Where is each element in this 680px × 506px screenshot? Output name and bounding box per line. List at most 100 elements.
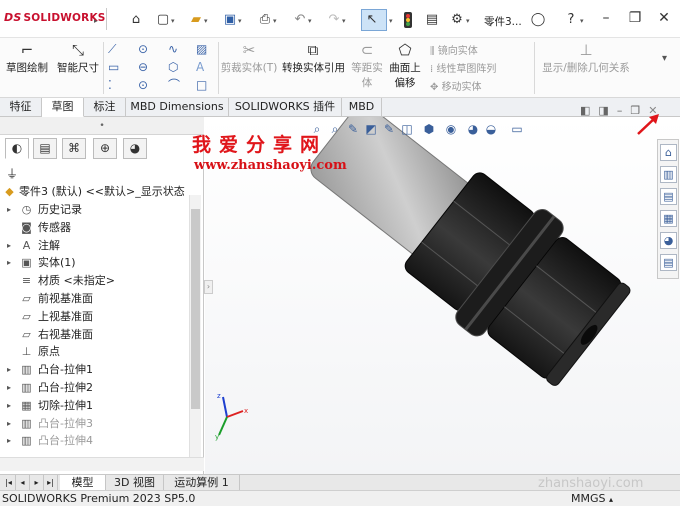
tree-item[interactable]: ▱ 上视基准面 (0, 308, 188, 325)
file-explorer-icon[interactable]: ▤ (660, 188, 677, 205)
tree-item[interactable]: ▸ ◷ 历史记录 (0, 201, 188, 218)
previous-view-icon[interactable]: ✎ (344, 121, 362, 137)
tree-item[interactable]: ◙ 传感器 (0, 219, 188, 236)
tree-item[interactable]: ▱ 前视基准面 (0, 290, 188, 307)
help-icon[interactable]: ? (563, 12, 579, 28)
expand-chevron-icon[interactable]: ▸ (7, 361, 11, 378)
tab-sketch[interactable]: 草图 (42, 98, 84, 117)
tab-scroll-next-icon[interactable]: ▸ (30, 475, 44, 491)
filter-icon[interactable]: ⏚ (6, 165, 18, 182)
sketch-button[interactable]: ⌐ 草图绘制 (5, 42, 49, 75)
tab-model[interactable]: 模型 (60, 475, 106, 491)
solidworks-logo[interactable]: DS SOLIDWORKS (4, 11, 106, 24)
tree-item[interactable]: ▸ ▥ 凸台-拉伸1 (0, 361, 188, 378)
rectangle-icon[interactable]: ▭ (108, 60, 119, 74)
mirror-entities-button[interactable]: ⫼ 镜向实体 (430, 42, 478, 57)
polygon-icon[interactable]: ⬡ (168, 60, 178, 74)
design-library-icon[interactable]: ▥ (660, 166, 677, 183)
help-chevron-down-icon[interactable]: ▾ (580, 17, 584, 25)
scrollbar-thumb[interactable] (191, 209, 200, 409)
edit-appearance-icon[interactable]: ◕ (464, 121, 482, 137)
tree-item[interactable]: ▸ ▥ 凸台-拉伸3 (0, 415, 188, 432)
solidworks-resources-icon[interactable]: ⌂ (660, 144, 677, 161)
expand-chevron-icon[interactable]: ▸ (7, 237, 11, 254)
open-chevron-down-icon[interactable]: ▾ (204, 17, 208, 25)
options-chevron-down-icon[interactable]: ▾ (466, 17, 470, 25)
property-manager-tab-icon[interactable]: ▤ (33, 138, 57, 159)
undo-icon[interactable]: ↶ (292, 12, 308, 28)
horizontal-scrollbar[interactable] (0, 457, 204, 471)
minimize-icon[interactable]: – (598, 10, 614, 26)
expand-chevron-icon[interactable]: ▸ (7, 201, 11, 218)
hide-show-items-icon[interactable]: ◉ (442, 121, 460, 137)
tab-scroll-prev-icon[interactable]: ◂ (16, 475, 30, 491)
appearances-scenes-icon[interactable]: ◕ (660, 232, 677, 249)
fillet-icon[interactable]: ⌒ (168, 78, 180, 92)
view-palette-icon[interactable]: ▦ (660, 210, 677, 227)
new-chevron-down-icon[interactable]: ▾ (171, 17, 175, 25)
tree-scrollbar[interactable] (189, 195, 201, 470)
slot-icon[interactable]: ⊖ (138, 60, 148, 74)
expand-chevron-icon[interactable]: ▸ (7, 254, 11, 271)
close-icon[interactable]: ✕ (656, 10, 672, 26)
view-settings-icon[interactable]: ▭ (508, 121, 526, 137)
tree-item[interactable]: ▸ ▣ 实体(1) (0, 254, 188, 271)
expand-chevron-icon[interactable]: ▸ (7, 432, 11, 449)
redo-chevron-down-icon[interactable]: ▾ (342, 17, 346, 25)
viewport-split-icon[interactable]: ◨ (598, 104, 608, 117)
select-chevron-down-icon[interactable]: ▾ (389, 17, 393, 25)
expand-chevron-icon[interactable]: ▸ (7, 379, 11, 396)
new-document-icon[interactable]: ▢ (155, 12, 171, 28)
tab-scroll-last-icon[interactable]: ▸| (44, 475, 58, 491)
viewport-minimize-icon[interactable]: – (617, 104, 623, 117)
select-button[interactable]: ↖ (361, 9, 387, 31)
undo-chevron-down-icon[interactable]: ▾ (308, 17, 312, 25)
options-icon[interactable]: ⚙ (449, 12, 465, 28)
tab-scroll-first-icon[interactable]: |◂ (2, 475, 16, 491)
line-icon[interactable]: ⟋ (108, 42, 116, 56)
tab-3d-views[interactable]: 3D 视图 (106, 475, 164, 491)
viewport-tile-icon[interactable]: ◧ (580, 104, 590, 117)
zoom-to-area-icon[interactable]: ⌕ (326, 121, 344, 137)
arc-icon[interactable]: ⊙ (138, 78, 148, 92)
restore-icon[interactable]: ❐ (627, 10, 643, 26)
print-chevron-down-icon[interactable]: ▾ (273, 17, 277, 25)
save-icon[interactable]: ▣ (222, 12, 238, 28)
display-style-icon[interactable]: ⬢ (420, 121, 438, 137)
move-entities-button[interactable]: ✥ 移动实体 (430, 78, 482, 93)
save-chevron-down-icon[interactable]: ▾ (238, 17, 242, 25)
offset-entities-button[interactable]: ⊂ 等距实 体 (350, 42, 384, 90)
view-orientation-icon[interactable]: ◫ (398, 121, 416, 137)
home-icon[interactable]: ⌂ (128, 12, 144, 28)
panel-splitter[interactable]: • (0, 117, 204, 135)
expand-chevron-icon[interactable]: ▸ (7, 397, 11, 414)
trim-entities-button[interactable]: ✂ 剪裁实体(T) (220, 42, 278, 75)
configuration-manager-tab-icon[interactable]: ⌘ (62, 138, 86, 159)
expand-chevron-icon[interactable]: ▸ (7, 415, 11, 432)
display-manager-tab-icon[interactable]: ◕ (123, 138, 147, 159)
convert-entities-button[interactable]: ⧉ 转换实体引用 (282, 42, 345, 75)
custom-properties-icon[interactable]: ▤ (660, 254, 677, 271)
logo-menu-chevron-icon[interactable]: ▸ (94, 17, 98, 25)
open-icon[interactable]: ▰ (188, 12, 204, 28)
tab-motion-study-1[interactable]: 运动算例 1 (164, 475, 240, 491)
text-icon[interactable]: A (196, 60, 204, 74)
tree-item[interactable]: ▱ 右视基准面 (0, 326, 188, 343)
feature-manager-tab-icon[interactable]: ◐ (5, 138, 29, 159)
user-icon[interactable]: ◯ (530, 12, 546, 28)
point-icon[interactable]: ⁚ (108, 78, 112, 92)
tab-solidworks-addins[interactable]: SOLIDWORKS 插件 (229, 98, 342, 117)
tab-markup[interactable]: 标注 (84, 98, 126, 117)
tree-item[interactable]: ⊥ 原点 (0, 343, 188, 360)
tree-item[interactable]: ▸ A 注解 (0, 237, 188, 254)
smart-dimension-button[interactable]: ⤡ 智能尺寸 (55, 42, 101, 75)
dynamic-annotation-icon[interactable]: ✎ (380, 121, 398, 137)
units-selector[interactable]: MMGS ▴ (571, 491, 613, 506)
tree-item[interactable]: ▸ ▦ 切除-拉伸1 (0, 397, 188, 414)
tree-item[interactable]: ▸ ▥ 凸台-拉伸2 (0, 379, 188, 396)
tab-features[interactable]: 特征 (0, 98, 42, 117)
apply-scene-icon[interactable]: ◒ (482, 121, 500, 137)
tree-item[interactable]: ≡ 材质 <未指定> (0, 272, 188, 289)
section-view-icon[interactable]: ◩ (362, 121, 380, 137)
file-properties-icon[interactable]: ▤ (424, 12, 440, 28)
